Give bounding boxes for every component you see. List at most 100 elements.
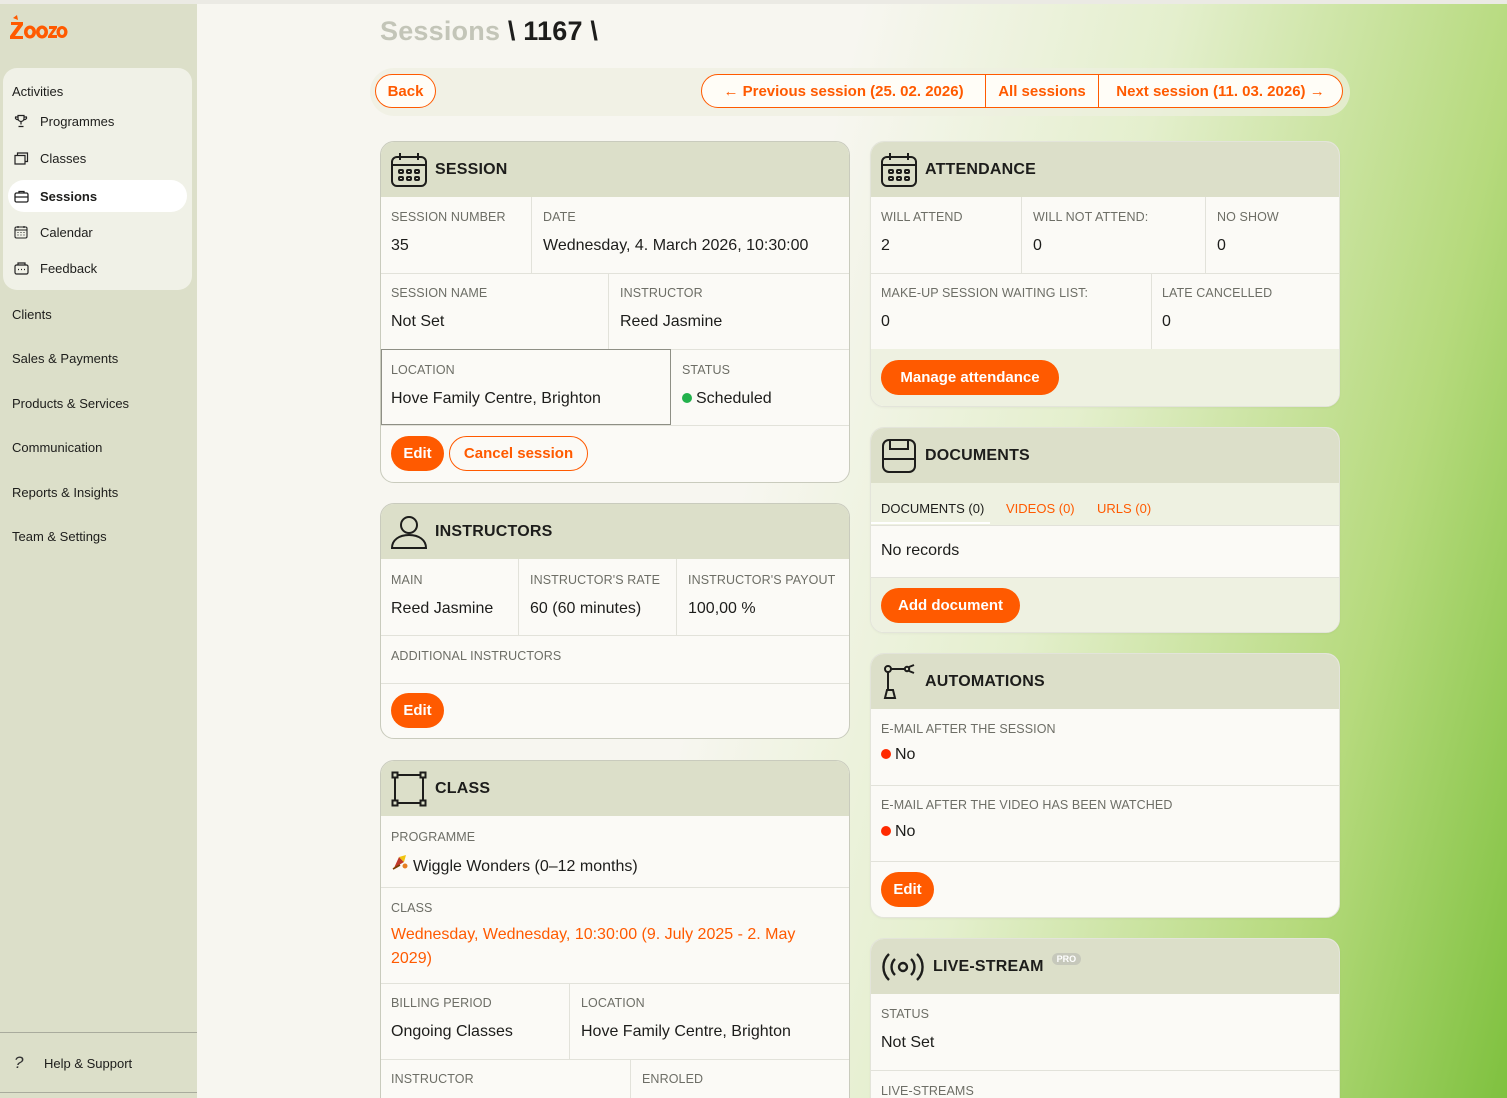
edit-instructors-button[interactable]: Edit xyxy=(391,693,444,728)
sidebar-item-reports-insights[interactable]: Reports & Insights xyxy=(12,485,118,500)
date-field: DATE Wednesday, 4. March 2026, 10:30:00 xyxy=(543,210,808,255)
instructors-card-header: INSTRUCTORS xyxy=(381,504,849,559)
sidebar-item-label: Calendar xyxy=(40,224,93,240)
documents-card: DOCUMENTS DOCUMENTS (0) VIDEOS (0) URLS … xyxy=(870,427,1340,633)
field-label: NO SHOW xyxy=(1217,210,1279,224)
divider xyxy=(569,983,570,1059)
field-label: LOCATION xyxy=(581,996,645,1010)
divider xyxy=(531,197,532,273)
tab-underline xyxy=(871,522,990,524)
field-value: Ongoing Classes xyxy=(391,1023,513,1040)
edit-session-button[interactable]: Edit xyxy=(391,436,444,471)
folder-icon xyxy=(13,150,29,166)
field-value: Not Set xyxy=(391,313,445,330)
sidebar-item-products-services[interactable]: Products & Services xyxy=(12,396,129,411)
sidebar-item-feedback[interactable]: Feedback xyxy=(8,252,187,284)
field-label: SESSION NUMBER xyxy=(391,210,506,224)
session-card-header: SESSION xyxy=(381,142,849,197)
instructors-card-title: INSTRUCTORS xyxy=(435,522,553,540)
enroled-field: ENROLED xyxy=(642,1072,703,1086)
status-text: No xyxy=(895,823,916,840)
previous-session-button[interactable]: ← Previous session (25. 02. 2026) xyxy=(702,75,985,107)
programme-value[interactable]: Wiggle Wonders (0–12 months) xyxy=(391,853,638,876)
briefcase-icon xyxy=(13,188,29,204)
breadcrumb-sessions[interactable]: Sessions xyxy=(380,16,500,46)
divider xyxy=(1151,273,1152,349)
cancel-session-button[interactable]: Cancel session xyxy=(449,436,588,471)
programme-field: PROGRAMME Wiggle Wonders (0–12 months) xyxy=(391,830,638,876)
email-after-video-field: E-MAIL AFTER THE VIDEO HAS BEEN WATCHED … xyxy=(881,798,1172,841)
will-attend-field: WILL ATTEND 2 xyxy=(881,210,963,255)
sidebar-item-clients[interactable]: Clients xyxy=(12,307,52,322)
tab-urls[interactable]: URLS (0) xyxy=(1097,501,1151,516)
programme-emoji-icon xyxy=(391,853,413,876)
frame-icon xyxy=(389,769,429,809)
field-value: 60 (60 minutes) xyxy=(530,600,642,617)
divider xyxy=(381,273,849,274)
all-sessions-button[interactable]: All sessions xyxy=(985,75,1098,107)
field-value: Hove Family Centre, Brighton xyxy=(581,1023,791,1040)
next-session-button[interactable]: Next session (11. 03. 2026) → xyxy=(1098,75,1342,107)
automations-card-header: AUTOMATIONS xyxy=(871,654,1339,709)
breadcrumb-session-id: 1167 xyxy=(523,16,583,46)
pro-badge: PRO xyxy=(1051,952,1082,965)
field-value: 35 xyxy=(391,237,409,254)
class-link[interactable]: Wednesday, Wednesday, 10:30:00 (9. July … xyxy=(391,923,831,971)
livestream-card: LIVE-STREAM PRO STATUS Not Set LIVE-STRE… xyxy=(870,938,1340,1098)
back-button[interactable]: Back xyxy=(375,74,436,108)
makeup-waiting-list-field: MAKE-UP SESSION WAITING LIST: 0 xyxy=(881,286,1088,331)
sidebar-item-sales-payments[interactable]: Sales & Payments xyxy=(12,351,118,366)
sidebar-item-programmes[interactable]: Programmes xyxy=(8,105,187,137)
status-value: Scheduled xyxy=(682,390,772,408)
divider xyxy=(381,887,849,888)
sidebar-item-classes[interactable]: Classes xyxy=(8,142,187,174)
field-label: INSTRUCTOR xyxy=(620,286,703,300)
field-label: LATE CANCELLED xyxy=(1162,286,1273,300)
sidebar-item-communication[interactable]: Communication xyxy=(12,440,102,455)
add-document-button[interactable]: Add document xyxy=(881,588,1020,623)
divider xyxy=(381,983,849,984)
class-card-header: CLASS xyxy=(381,761,849,816)
status-dot xyxy=(682,393,692,403)
field-value: Reed Jasmine xyxy=(620,313,723,330)
status-text: No xyxy=(895,746,916,763)
class-card: CLASS PROGRAMME Wiggle Wonders (0–12 mon… xyxy=(380,760,850,1098)
field-value: 0 xyxy=(881,313,890,330)
session-card-title: SESSION xyxy=(435,160,508,178)
will-not-attend-field: WILL NOT ATTEND: 0 xyxy=(1033,210,1148,255)
field-label: BILLING PERIOD xyxy=(391,996,492,1010)
manage-attendance-button[interactable]: Manage attendance xyxy=(881,360,1059,395)
status-text: Scheduled xyxy=(696,390,772,407)
divider xyxy=(871,861,1339,862)
help-support-link[interactable]: ? Help & Support xyxy=(14,1053,132,1073)
sidebar-item-team-settings[interactable]: Team & Settings xyxy=(12,529,107,544)
activities-title[interactable]: Activities xyxy=(12,84,63,99)
tab-videos[interactable]: VIDEOS (0) xyxy=(1006,501,1075,516)
divider xyxy=(518,559,519,635)
sidebar: Activities Programmes Classes Sessions C… xyxy=(0,4,197,1098)
field-label: DATE xyxy=(543,210,576,224)
broadcast-icon xyxy=(879,947,927,987)
field-value: Not Set xyxy=(881,1034,935,1051)
divider xyxy=(871,785,1339,786)
divider xyxy=(381,635,849,636)
zooza-logo[interactable] xyxy=(9,14,69,46)
tab-documents[interactable]: DOCUMENTS (0) xyxy=(881,501,984,516)
sidebar-item-calendar[interactable]: Calendar xyxy=(8,216,187,248)
help-label: Help & Support xyxy=(44,1055,133,1071)
field-label: CLASS xyxy=(391,901,433,915)
divider xyxy=(871,525,1339,526)
billing-period-field: BILLING PERIOD Ongoing Classes xyxy=(391,996,513,1041)
class-location-field: LOCATION Hove Family Centre, Brighton xyxy=(581,996,791,1041)
edit-automations-button[interactable]: Edit xyxy=(881,872,934,907)
sidebar-item-label: Programmes xyxy=(40,113,115,129)
attendance-card-header: ATTENDANCE xyxy=(871,142,1339,197)
class-field: CLASS Wednesday, Wednesday, 10:30:00 (9.… xyxy=(391,901,831,971)
status-dot xyxy=(881,826,891,836)
instructors-card: INSTRUCTORS MAIN Reed Jasmine INSTRUCTOR… xyxy=(380,503,850,739)
sidebar-item-sessions[interactable]: Sessions xyxy=(8,180,187,212)
field-label: ENROLED xyxy=(642,1072,704,1086)
status-field: STATUS Scheduled xyxy=(682,363,772,408)
field-label: MAIN xyxy=(391,573,423,587)
field-label: WILL NOT ATTEND: xyxy=(1033,210,1149,224)
